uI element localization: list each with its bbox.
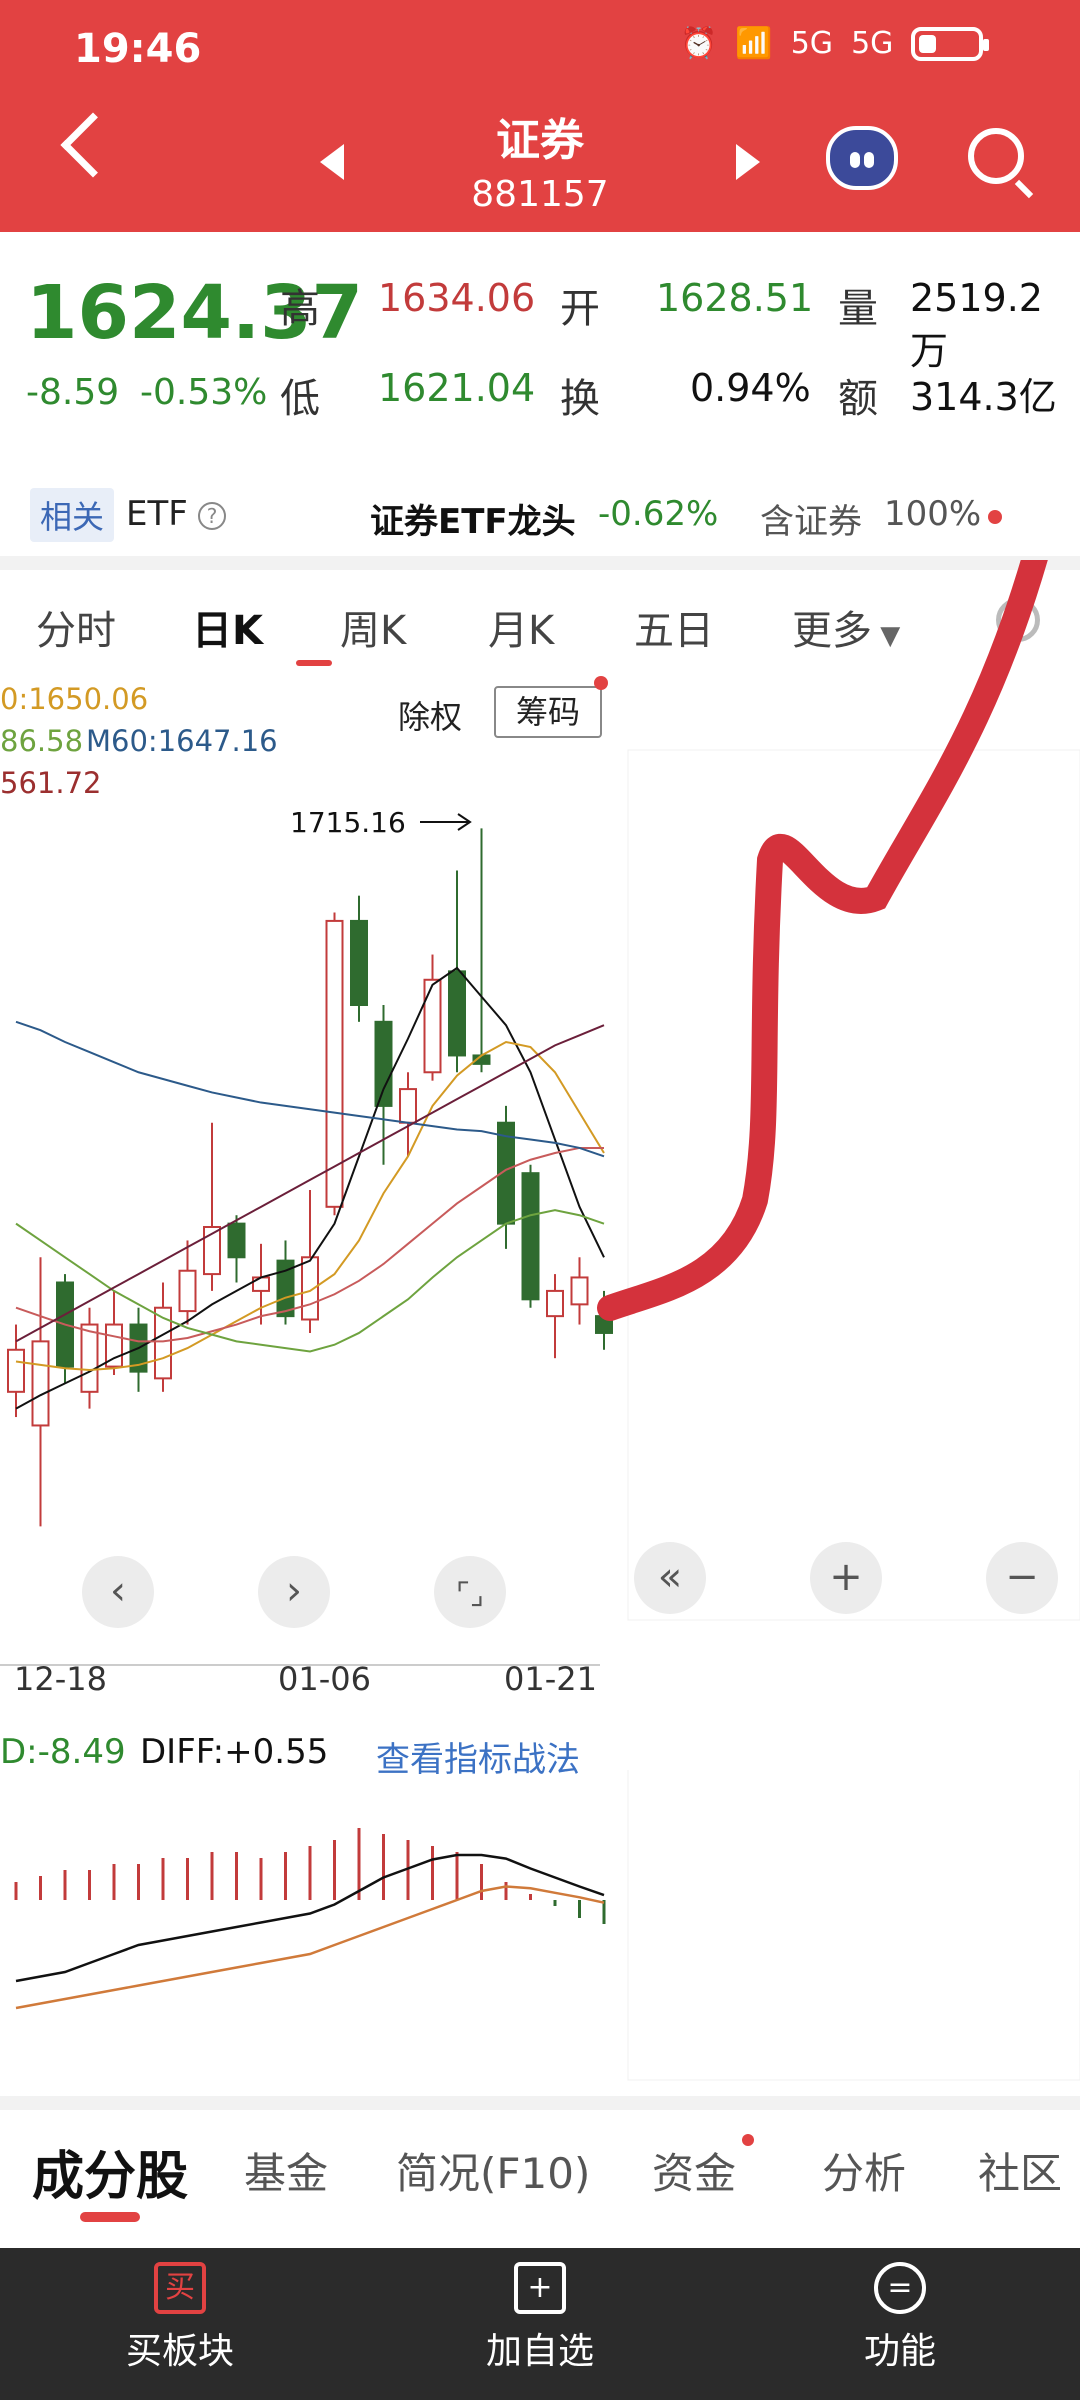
help-icon[interactable]: ? — [198, 502, 226, 530]
macd-dea-line — [15, 1885, 605, 2010]
status-icons: ⏰ 📶 5G 5G — [680, 26, 990, 61]
tab-constituents[interactable]: 成分股 — [32, 2134, 188, 2209]
functions-button[interactable]: = 功能 — [800, 2262, 1000, 2374]
low-label: 低 — [280, 376, 320, 422]
etf-label: ETF — [126, 494, 188, 534]
alarm-icon: ⏰ — [680, 26, 718, 61]
high-label: 高 — [280, 286, 320, 332]
add-watchlist-button[interactable]: + 加自选 — [440, 2262, 640, 2374]
page-title: 证券 — [496, 115, 584, 166]
macd-dea: D:-8.49 — [0, 1732, 126, 1772]
buy-sector-label: 买板块 — [125, 2331, 234, 2372]
turnover-value: 0.94% — [690, 366, 811, 410]
volume-value: 2519.2万 — [910, 276, 1043, 373]
prev-stock-icon[interactable] — [320, 144, 344, 180]
date-tick-3: 01-21 — [504, 1660, 597, 1698]
price-change-pct: -0.53% — [140, 372, 268, 413]
candle — [252, 1243, 270, 1325]
tab-profile-f10[interactable]: 简况(F10) — [396, 2140, 590, 2201]
related-tag[interactable]: 相关 — [30, 488, 115, 542]
candle — [203, 1122, 221, 1291]
candles-group — [7, 828, 613, 1527]
plus-icon: + — [829, 1554, 863, 1600]
etf-pct: -0.62% — [598, 494, 719, 534]
high-value: 1634.06 — [378, 276, 536, 320]
candle — [227, 1215, 246, 1283]
menu-icon: = — [874, 2262, 926, 2314]
bottom-tab-indicator — [80, 2212, 140, 2222]
notice-dot — [988, 510, 1002, 524]
header-bar: 19:46 ⏰ 📶 5G 5G 证券 881157 — [0, 0, 1080, 232]
chevron-right-icon: › — [286, 1568, 302, 1614]
candle — [472, 828, 491, 1073]
wifi-icon: 📶 — [735, 26, 773, 61]
scroll-left-button[interactable]: ‹ — [82, 1556, 154, 1628]
tab-community[interactable]: 社区 — [978, 2140, 1062, 2201]
amount-label: 额 — [838, 376, 878, 422]
minus-icon: − — [1005, 1554, 1039, 1600]
add-watchlist-label: 加自选 — [485, 2331, 594, 2372]
search-icon[interactable] — [968, 128, 1024, 184]
signal-1: 5G — [790, 26, 834, 61]
fullscreen-button[interactable]: ⌜⌟ — [434, 1556, 506, 1628]
volume-label: 量 — [838, 286, 878, 332]
candle — [374, 1005, 393, 1165]
date-tick-2: 01-06 — [278, 1660, 371, 1698]
add-icon: + — [514, 2262, 566, 2314]
zoom-in-button[interactable]: + — [810, 1542, 882, 1614]
separator-2 — [0, 2096, 1080, 2110]
double-chevron-left-icon: « — [657, 1554, 683, 1600]
stock-code: 881157 — [471, 174, 609, 215]
macd-diff: DIFF:+0.55 — [140, 1732, 329, 1772]
tab-capital[interactable]: 资金 — [652, 2140, 736, 2201]
back-icon[interactable] — [60, 112, 126, 178]
zoom-out-button[interactable]: − — [986, 1542, 1058, 1614]
ma-line — [15, 966, 605, 1410]
scroll-right-button[interactable]: › — [258, 1556, 330, 1628]
next-stock-icon[interactable] — [736, 144, 760, 180]
etf-contain-label: 含证券 — [760, 502, 862, 542]
turnover-label: 换 — [560, 376, 600, 422]
etf-contain-pct: 100% — [884, 494, 982, 534]
date-tick-1: 12-18 — [14, 1660, 107, 1698]
candle — [546, 1274, 564, 1359]
signal-2: 5G — [851, 26, 894, 61]
chip-panel — [627, 749, 1080, 1621]
etf-name[interactable]: 证券ETF龙头 — [370, 494, 576, 543]
candle — [521, 1164, 540, 1308]
ma-lines-group — [15, 966, 605, 1410]
amount-value: 314.3亿 — [910, 375, 1057, 419]
expand-icon: ⌜⌟ — [455, 1577, 485, 1612]
status-time: 19:46 — [74, 26, 202, 72]
assistant-robot-icon[interactable] — [826, 126, 898, 190]
buy-icon: 买 — [154, 2262, 206, 2314]
open-value: 1628.51 — [656, 276, 814, 320]
capital-dot — [742, 2134, 754, 2146]
battery-icon — [911, 26, 990, 61]
tab-analysis[interactable]: 分析 — [822, 2140, 906, 2201]
chevron-left-icon: ‹ — [110, 1568, 126, 1614]
tab-funds[interactable]: 基金 — [244, 2140, 328, 2201]
candle — [178, 1240, 197, 1325]
high-arrow — [420, 813, 472, 831]
low-value: 1621.04 — [378, 366, 536, 410]
candle — [423, 954, 442, 1081]
candle — [570, 1257, 589, 1325]
candle — [80, 1307, 99, 1409]
candle — [350, 895, 368, 1022]
functions-label: 功能 — [863, 2331, 936, 2372]
rewind-button[interactable]: « — [634, 1542, 706, 1614]
open-label: 开 — [560, 286, 600, 332]
high-annotation: 1715.16 — [290, 806, 406, 839]
macd-chart — [14, 1770, 1080, 2081]
price-change: -8.59 — [26, 372, 120, 413]
buy-sector-button[interactable]: 买 买板块 — [80, 2262, 280, 2374]
macd-side-panel — [627, 1770, 1080, 2081]
